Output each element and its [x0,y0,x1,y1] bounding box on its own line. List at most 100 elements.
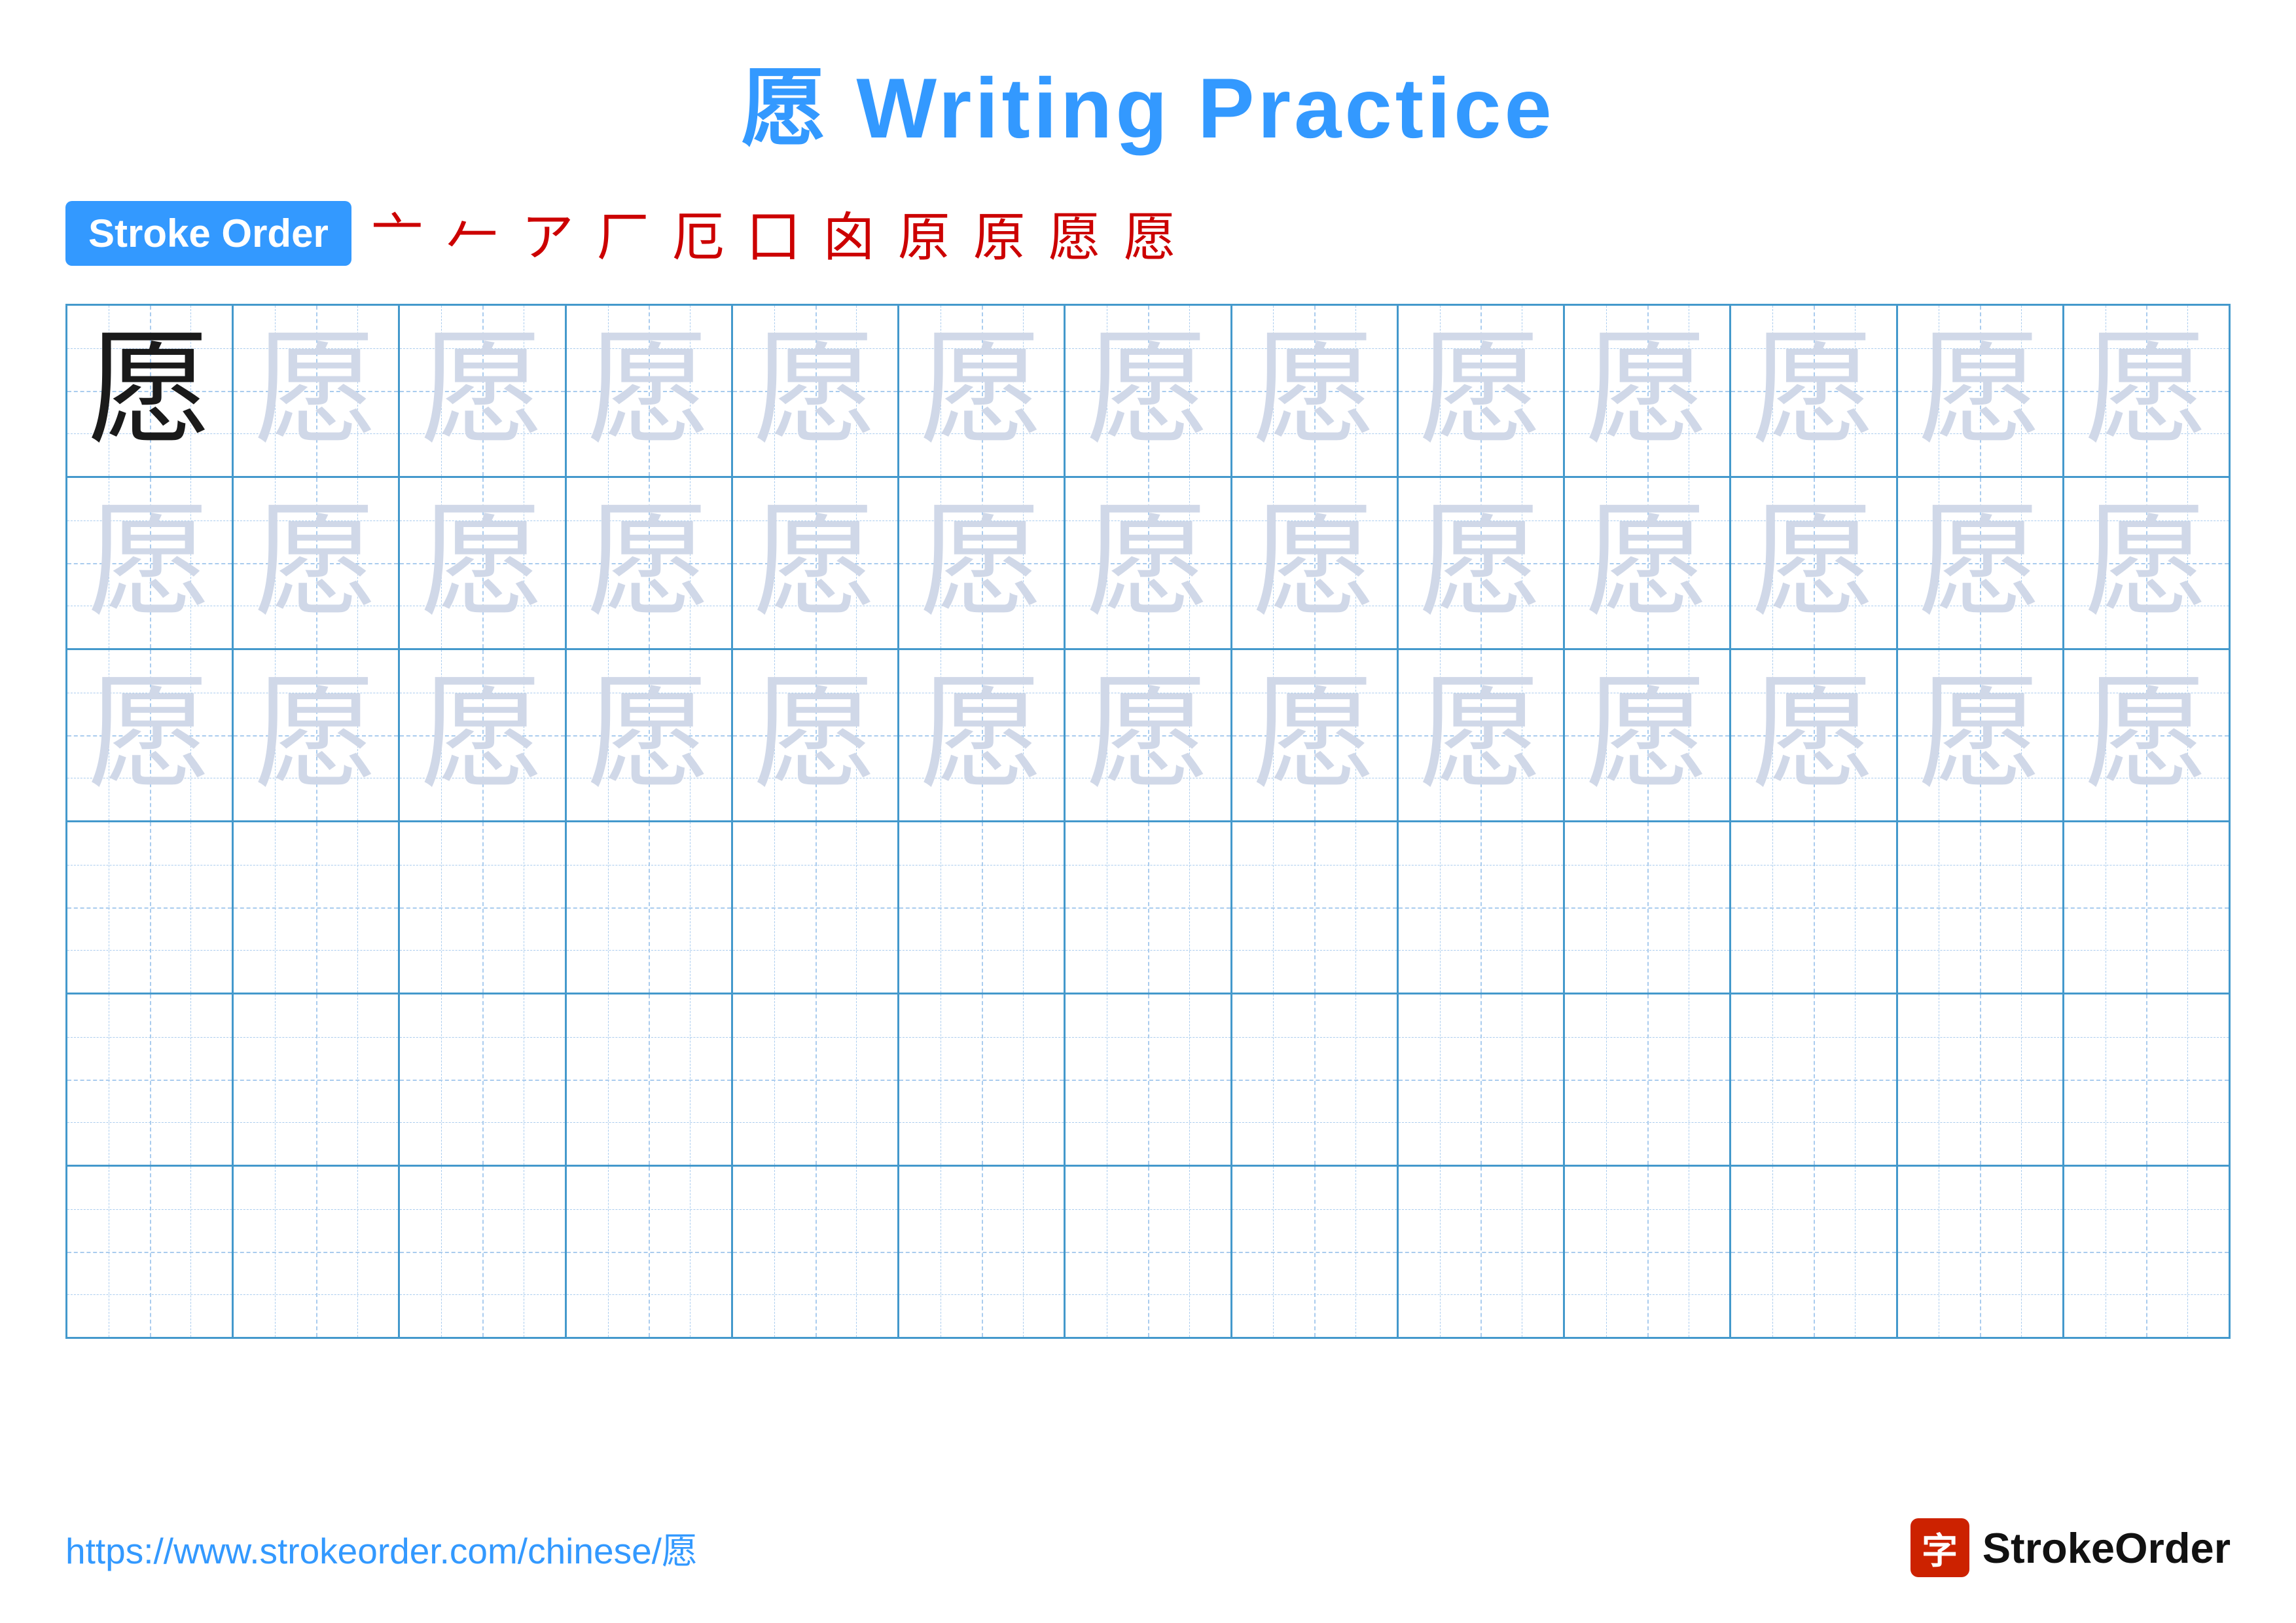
grid-cell-6-4[interactable] [567,1167,733,1337]
stroke-step-4: 厂 [597,195,649,271]
grid-cell-5-7[interactable] [1066,994,1232,1165]
grid-cell-5-3[interactable] [400,994,566,1165]
grid-cell-2-12[interactable]: 愿 [1898,478,2064,648]
grid-cell-4-2[interactable] [234,822,400,993]
grid-cell-6-5[interactable] [733,1167,899,1337]
grid-cell-2-3[interactable]: 愿 [400,478,566,648]
grid-cell-3-13[interactable]: 愿 [2064,650,2229,820]
grid-cell-5-2[interactable] [234,994,400,1165]
grid-cell-5-1[interactable] [67,994,234,1165]
footer-logo: 字 StrokeOrder [1910,1518,2231,1577]
grid-cell-3-7[interactable]: 愿 [1066,650,1232,820]
grid-cell-4-9[interactable] [1399,822,1565,993]
grid-cell-2-4[interactable]: 愿 [567,478,733,648]
grid-cell-3-9[interactable]: 愿 [1399,650,1565,820]
grid-cell-5-12[interactable] [1898,994,2064,1165]
grid-cell-4-6[interactable] [899,822,1066,993]
grid-cell-1-7[interactable]: 愿 [1066,306,1232,476]
stroke-step-6: 囗 [747,195,800,271]
grid-cell-6-6[interactable] [899,1167,1066,1337]
stroke-order-badge: Stroke Order [65,201,351,266]
grid-cell-2-2[interactable]: 愿 [234,478,400,648]
grid-cell-5-9[interactable] [1399,994,1565,1165]
grid-cell-1-6[interactable]: 愿 [899,306,1066,476]
grid-cell-1-1[interactable]: 愿 [67,306,234,476]
grid-cell-4-12[interactable] [1898,822,2064,993]
grid-cell-3-5[interactable]: 愿 [733,650,899,820]
grid-cell-4-13[interactable] [2064,822,2229,993]
stroke-order-row: Stroke Order 亠𠂉ア厂厄囗囟原原愿愿 [65,195,2231,271]
grid-cell-5-4[interactable] [567,994,733,1165]
grid-cell-4-5[interactable] [733,822,899,993]
stroke-step-1: 亠 [371,195,423,271]
grid-row-3: 愿 愿 愿 愿 [67,650,2229,822]
grid-cell-6-11[interactable] [1731,1167,1897,1337]
grid-cell-6-13[interactable] [2064,1167,2229,1337]
stroke-step-9: 原 [973,195,1026,271]
grid-cell-1-11[interactable]: 愿 [1731,306,1897,476]
grid-cell-1-9[interactable]: 愿 [1399,306,1565,476]
grid-cell-6-7[interactable] [1066,1167,1232,1337]
grid-cell-3-4[interactable]: 愿 [567,650,733,820]
grid-cell-4-3[interactable] [400,822,566,993]
grid-cell-4-8[interactable] [1232,822,1399,993]
grid-cell-3-8[interactable]: 愿 [1232,650,1399,820]
grid-cell-1-4[interactable]: 愿 [567,306,733,476]
grid-cell-2-5[interactable]: 愿 [733,478,899,648]
stroke-step-10: 愿 [1049,195,1101,271]
grid-cell-5-10[interactable] [1565,994,1731,1165]
stroke-step-11: 愿 [1124,195,1176,271]
grid-cell-6-3[interactable] [400,1167,566,1337]
grid-cell-5-8[interactable] [1232,994,1399,1165]
grid-cell-2-1[interactable]: 愿 [67,478,234,648]
grid-cell-4-7[interactable] [1066,822,1232,993]
strokeorder-logo-text: StrokeOrder [1982,1523,2231,1573]
grid-cell-3-3[interactable]: 愿 [400,650,566,820]
grid-cell-5-6[interactable] [899,994,1066,1165]
grid-cell-6-1[interactable] [67,1167,234,1337]
grid-cell-6-10[interactable] [1565,1167,1731,1337]
grid-cell-4-1[interactable] [67,822,234,993]
grid-cell-6-12[interactable] [1898,1167,2064,1337]
grid-cell-1-2[interactable]: 愿 [234,306,400,476]
grid-cell-2-9[interactable]: 愿 [1399,478,1565,648]
page-container: 愿 Writing Practice Stroke Order 亠𠂉ア厂厄囗囟原… [0,0,2296,1623]
grid-cell-3-10[interactable]: 愿 [1565,650,1731,820]
grid-cell-5-11[interactable] [1731,994,1897,1165]
grid-cell-4-4[interactable] [567,822,733,993]
grid-row-2: 愿 愿 愿 愿 [67,478,2229,650]
practice-grid[interactable]: 愿 愿 愿 愿 [65,304,2231,1339]
grid-cell-4-11[interactable] [1731,822,1897,993]
grid-cell-3-1[interactable]: 愿 [67,650,234,820]
grid-cell-1-3[interactable]: 愿 [400,306,566,476]
grid-cell-5-5[interactable] [733,994,899,1165]
grid-cell-4-10[interactable] [1565,822,1731,993]
stroke-step-3: ア [522,195,574,271]
grid-cell-3-11[interactable]: 愿 [1731,650,1897,820]
grid-cell-1-10[interactable]: 愿 [1565,306,1731,476]
grid-cell-3-2[interactable]: 愿 [234,650,400,820]
grid-cell-1-8[interactable]: 愿 [1232,306,1399,476]
grid-cell-2-8[interactable]: 愿 [1232,478,1399,648]
grid-cell-2-10[interactable]: 愿 [1565,478,1731,648]
grid-cell-3-6[interactable]: 愿 [899,650,1066,820]
grid-cell-2-11[interactable]: 愿 [1731,478,1897,648]
grid-row-4 [67,822,2229,994]
grid-row-1: 愿 愿 愿 愿 [67,306,2229,478]
grid-cell-1-13[interactable]: 愿 [2064,306,2229,476]
footer-url[interactable]: https://www.strokeorder.com/chinese/愿 [65,1522,698,1574]
grid-cell-5-13[interactable] [2064,994,2229,1165]
grid-cell-3-12[interactable]: 愿 [1898,650,2064,820]
grid-cell-2-13[interactable]: 愿 [2064,478,2229,648]
stroke-step-8: 原 [898,195,950,271]
grid-cell-2-6[interactable]: 愿 [899,478,1066,648]
grid-cell-6-8[interactable] [1232,1167,1399,1337]
grid-cell-2-7[interactable]: 愿 [1066,478,1232,648]
footer: https://www.strokeorder.com/chinese/愿 字 … [65,1518,2231,1577]
stroke-step-5: 厄 [672,195,725,271]
grid-cell-1-12[interactable]: 愿 [1898,306,2064,476]
grid-cell-6-9[interactable] [1399,1167,1565,1337]
grid-cell-6-2[interactable] [234,1167,400,1337]
grid-cell-1-5[interactable]: 愿 [733,306,899,476]
stroke-steps: 亠𠂉ア厂厄囗囟原原愿愿 [371,195,1176,271]
